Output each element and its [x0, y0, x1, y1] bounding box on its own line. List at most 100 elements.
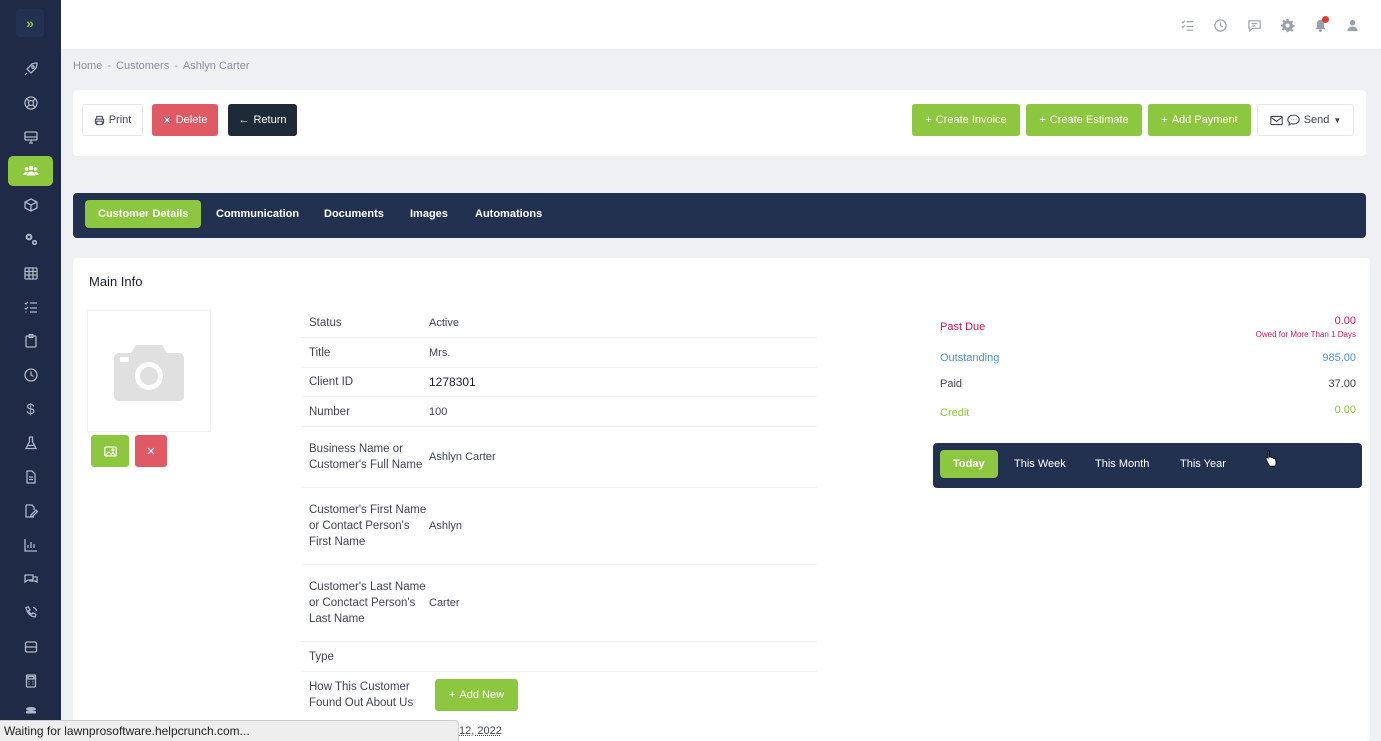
camera-icon: [114, 345, 184, 401]
sidebar-item-dispatch[interactable]: [8, 122, 53, 152]
sidebar-item-reports[interactable]: [8, 530, 53, 560]
sidebar-item-customers[interactable]: [8, 156, 53, 186]
period-this-month[interactable]: This Month: [1082, 450, 1162, 478]
browser-status-bar: Waiting for lawnprosoftware.helpcrunch.c…: [0, 720, 459, 741]
outstanding-label: Outstanding: [940, 352, 1000, 364]
tab-communication[interactable]: Communication: [203, 200, 312, 228]
period-selector: Today This Week This Month This Year: [933, 443, 1362, 488]
sidebar-item-dashboard[interactable]: [8, 54, 53, 84]
sidebar-item-contracts[interactable]: [8, 496, 53, 526]
chart-icon: [23, 539, 37, 552]
sidebar-item-billing[interactable]: $: [8, 394, 53, 424]
send-label: Send: [1303, 114, 1330, 126]
sidebar-item-documents[interactable]: [8, 462, 53, 492]
delete-button[interactable]: ✕ Delete: [152, 104, 218, 136]
phone-icon: [24, 606, 37, 618]
action-bar: Print ✕ Delete ← Return + Create Invoice…: [73, 90, 1366, 156]
sms-icon: [1286, 114, 1300, 126]
print-label: Print: [108, 114, 132, 126]
main-info-card: Main Info ✕ Status Active Title Mrs. Cli…: [73, 258, 1370, 741]
info-value: Ashlyn: [429, 520, 463, 532]
print-button[interactable]: Print: [82, 104, 143, 136]
clock-icon: [1213, 18, 1227, 32]
customers-icon: [23, 165, 38, 176]
outstanding-value: 985.00: [1322, 352, 1356, 364]
comments-icon: [23, 574, 38, 584]
remove-photo-button[interactable]: ✕: [135, 435, 167, 467]
past-due-row: Past Due 0.00 Owed for More Than 1 Days: [940, 308, 1356, 342]
upload-photo-button[interactable]: [91, 435, 129, 467]
flask-icon: [24, 436, 37, 450]
sidebar-item-work-orders[interactable]: [8, 326, 53, 356]
rocket-icon: [24, 62, 38, 76]
info-table: Status Active Title Mrs. Client ID 12783…: [301, 308, 817, 717]
create-estimate-label: Create Estimate: [1049, 114, 1129, 126]
breadcrumb-home[interactable]: Home: [73, 60, 102, 72]
tab-customer-details[interactable]: Customer Details: [85, 200, 202, 228]
tasks-button[interactable]: [1179, 17, 1195, 33]
return-label: Return: [253, 114, 287, 126]
tab-images[interactable]: Images: [397, 200, 461, 228]
period-today[interactable]: Today: [940, 450, 998, 478]
sidebar-item-services[interactable]: [8, 224, 53, 254]
info-row-first-name: Customer's First Name or Contact Person'…: [301, 488, 817, 565]
sidebar-item-calls[interactable]: [8, 598, 53, 628]
info-value: 1278301: [429, 375, 476, 389]
period-this-year[interactable]: This Year: [1167, 450, 1239, 478]
plus-icon: +: [448, 688, 456, 701]
clock-icon: [23, 368, 38, 382]
calendar-icon: [23, 267, 38, 280]
info-label: Client ID: [309, 376, 354, 388]
tasks-icon: [24, 301, 37, 313]
sidebar-item-support[interactable]: [8, 88, 53, 118]
top-bar: [61, 0, 1381, 50]
sidebar-item-calculator[interactable]: [8, 666, 53, 696]
add-new-referral-button[interactable]: + Add New: [435, 678, 518, 711]
document-icon: [25, 470, 36, 484]
user-menu-button[interactable]: [1344, 17, 1360, 33]
sidebar-item-storage[interactable]: [8, 632, 53, 662]
sidebar-item-schedule[interactable]: [8, 258, 53, 288]
arrow-left-icon: ←: [238, 114, 250, 126]
add-payment-button[interactable]: + Add Payment: [1148, 104, 1251, 136]
gear-icon: [1280, 18, 1295, 32]
notifications-button[interactable]: [1312, 16, 1329, 33]
settings-button[interactable]: [1279, 17, 1295, 33]
send-dropdown[interactable]: Send ▼: [1257, 104, 1354, 136]
info-value: Carter: [429, 597, 460, 609]
sidebar-item-tasks[interactable]: [8, 292, 53, 322]
create-invoice-label: Create Invoice: [935, 114, 1007, 126]
chat-button[interactable]: [1246, 17, 1262, 33]
sidebar-toggle-button[interactable]: »: [16, 9, 44, 37]
period-this-week[interactable]: This Week: [1001, 450, 1079, 478]
create-invoice-button[interactable]: + Create Invoice: [912, 104, 1020, 136]
sidebar-item-messages[interactable]: [8, 564, 53, 594]
breadcrumb-current: Ashlyn Carter: [182, 60, 250, 72]
info-row-referral: How This Customer Found Out About Us + A…: [301, 672, 817, 717]
tab-documents[interactable]: Documents: [311, 200, 397, 228]
caret-down-icon: ▼: [1333, 115, 1342, 125]
info-row-title: Title Mrs.: [301, 338, 817, 368]
chat-icon: [1247, 19, 1261, 32]
box-icon: [23, 198, 38, 212]
signature-icon: [24, 504, 38, 518]
history-button[interactable]: [1212, 17, 1228, 33]
notification-badge: [1322, 16, 1329, 23]
tab-automations[interactable]: Automations: [462, 200, 555, 228]
credit-value: 0.00: [1334, 404, 1356, 416]
database-icon: [24, 641, 37, 653]
monitor-icon: [23, 131, 38, 144]
info-label: Title: [309, 346, 331, 359]
credit-label: Credit: [940, 407, 970, 419]
close-icon: ✕: [162, 114, 172, 127]
info-label: Number: [309, 405, 350, 418]
breadcrumb-customers[interactable]: Customers: [116, 60, 169, 72]
sidebar-item-chemicals[interactable]: [8, 428, 53, 458]
return-button[interactable]: ← Return: [228, 104, 297, 136]
sidebar-item-inventory[interactable]: [8, 190, 53, 220]
balance-summary: Past Due 0.00 Owed for More Than 1 Days …: [940, 308, 1356, 423]
lifebuoy-icon: [23, 96, 38, 110]
create-estimate-button[interactable]: + Create Estimate: [1026, 104, 1142, 136]
sidebar-item-timesheets[interactable]: [8, 360, 53, 390]
info-label: Business Name or Customer's Full Name: [309, 443, 423, 471]
